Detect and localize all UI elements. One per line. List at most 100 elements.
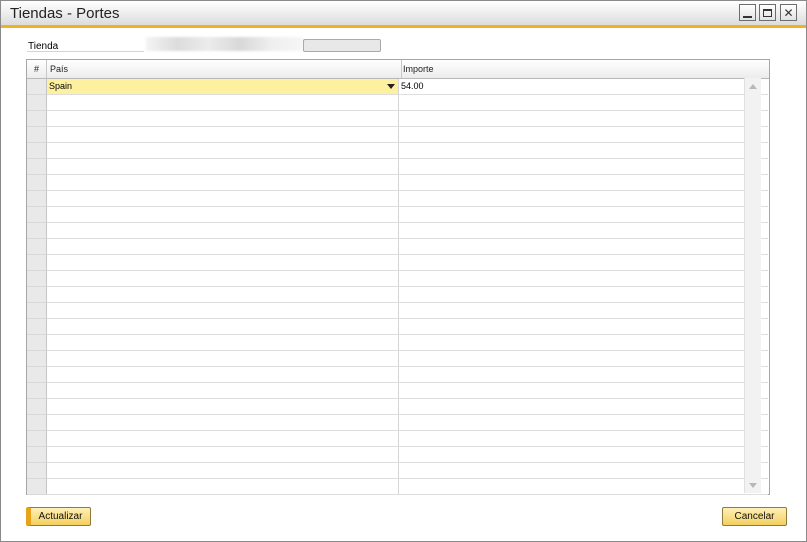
row-header[interactable] bbox=[27, 399, 47, 415]
importe-cell[interactable] bbox=[399, 175, 768, 191]
pais-cell[interactable] bbox=[47, 127, 399, 143]
pais-cell[interactable] bbox=[47, 383, 399, 399]
row-header[interactable] bbox=[27, 479, 47, 495]
pais-cell[interactable] bbox=[47, 95, 399, 111]
table-row[interactable] bbox=[27, 175, 769, 191]
table-row[interactable] bbox=[27, 223, 769, 239]
close-icon[interactable]: ✕ bbox=[780, 4, 797, 21]
row-header[interactable] bbox=[27, 383, 47, 399]
pais-cell[interactable] bbox=[47, 415, 399, 431]
table-row[interactable] bbox=[27, 463, 769, 479]
importe-cell[interactable] bbox=[399, 383, 768, 399]
pais-cell[interactable] bbox=[47, 207, 399, 223]
table-row[interactable] bbox=[27, 367, 769, 383]
column-header-number[interactable]: # bbox=[27, 60, 47, 78]
pais-cell[interactable] bbox=[47, 143, 399, 159]
importe-cell[interactable] bbox=[399, 447, 768, 463]
row-header[interactable] bbox=[27, 111, 47, 127]
row-header[interactable] bbox=[27, 95, 47, 111]
pais-cell[interactable] bbox=[47, 431, 399, 447]
scroll-up-icon[interactable] bbox=[747, 80, 759, 92]
pais-cell[interactable] bbox=[47, 463, 399, 479]
importe-cell[interactable] bbox=[399, 191, 768, 207]
scroll-down-icon[interactable] bbox=[747, 479, 759, 491]
importe-cell[interactable] bbox=[399, 415, 768, 431]
pais-cell[interactable] bbox=[47, 239, 399, 255]
table-row[interactable] bbox=[27, 287, 769, 303]
importe-cell[interactable] bbox=[399, 143, 768, 159]
row-header[interactable] bbox=[27, 415, 47, 431]
pais-cell[interactable] bbox=[47, 111, 399, 127]
cancelar-button[interactable]: Cancelar bbox=[722, 507, 787, 526]
table-row[interactable] bbox=[27, 351, 769, 367]
row-header[interactable] bbox=[27, 207, 47, 223]
row-header[interactable] bbox=[27, 335, 47, 351]
importe-cell[interactable] bbox=[399, 255, 768, 271]
row-header[interactable] bbox=[27, 351, 47, 367]
importe-cell[interactable] bbox=[399, 159, 768, 175]
importe-cell[interactable] bbox=[399, 127, 768, 143]
pais-cell[interactable] bbox=[47, 319, 399, 335]
tienda-input[interactable] bbox=[303, 39, 381, 52]
importe-cell[interactable] bbox=[399, 431, 768, 447]
row-header[interactable] bbox=[27, 287, 47, 303]
table-row[interactable] bbox=[27, 239, 769, 255]
importe-cell[interactable]: 54.00 bbox=[399, 79, 768, 95]
importe-cell[interactable] bbox=[399, 223, 768, 239]
importe-cell[interactable] bbox=[399, 239, 768, 255]
pais-cell[interactable] bbox=[47, 335, 399, 351]
importe-cell[interactable] bbox=[399, 303, 768, 319]
row-header[interactable] bbox=[27, 431, 47, 447]
pais-cell[interactable] bbox=[47, 223, 399, 239]
importe-cell[interactable] bbox=[399, 111, 768, 127]
actualizar-button[interactable]: Actualizar bbox=[26, 507, 91, 526]
table-row[interactable] bbox=[27, 271, 769, 287]
maximize-icon[interactable] bbox=[759, 4, 776, 21]
column-header-importe[interactable]: Importe bbox=[399, 60, 772, 78]
table-row[interactable] bbox=[27, 335, 769, 351]
table-row[interactable] bbox=[27, 127, 769, 143]
row-header[interactable] bbox=[27, 79, 47, 95]
row-header[interactable] bbox=[27, 159, 47, 175]
table-row[interactable] bbox=[27, 207, 769, 223]
pais-cell[interactable] bbox=[47, 479, 399, 495]
importe-cell[interactable] bbox=[399, 367, 768, 383]
row-header[interactable] bbox=[27, 143, 47, 159]
importe-cell[interactable] bbox=[399, 95, 768, 111]
pais-cell[interactable] bbox=[47, 367, 399, 383]
table-row[interactable] bbox=[27, 159, 769, 175]
pais-cell[interactable] bbox=[47, 303, 399, 319]
row-header[interactable] bbox=[27, 175, 47, 191]
importe-cell[interactable] bbox=[399, 287, 768, 303]
pais-cell[interactable] bbox=[47, 399, 399, 415]
row-header[interactable] bbox=[27, 447, 47, 463]
table-row[interactable] bbox=[27, 111, 769, 127]
table-row[interactable] bbox=[27, 191, 769, 207]
table-row[interactable] bbox=[27, 431, 769, 447]
pais-cell[interactable] bbox=[47, 159, 399, 175]
table-row[interactable] bbox=[27, 143, 769, 159]
importe-cell[interactable] bbox=[399, 351, 768, 367]
importe-cell[interactable] bbox=[399, 463, 768, 479]
row-header[interactable] bbox=[27, 319, 47, 335]
row-header[interactable] bbox=[27, 127, 47, 143]
row-header[interactable] bbox=[27, 223, 47, 239]
grid-scrollbar[interactable] bbox=[744, 78, 761, 493]
row-header[interactable] bbox=[27, 191, 47, 207]
importe-cell[interactable] bbox=[399, 479, 768, 495]
row-header[interactable] bbox=[27, 367, 47, 383]
pais-cell[interactable] bbox=[47, 447, 399, 463]
table-row[interactable] bbox=[27, 255, 769, 271]
title-bar[interactable]: Tiendas - Portes ✕ bbox=[1, 1, 806, 28]
pais-cell[interactable] bbox=[47, 191, 399, 207]
row-header[interactable] bbox=[27, 255, 47, 271]
row-header[interactable] bbox=[27, 239, 47, 255]
pais-cell[interactable]: Spain bbox=[47, 79, 399, 95]
importe-cell[interactable] bbox=[399, 271, 768, 287]
importe-cell[interactable] bbox=[399, 335, 768, 351]
minimize-icon[interactable] bbox=[739, 4, 756, 21]
row-header[interactable] bbox=[27, 271, 47, 287]
pais-cell[interactable] bbox=[47, 271, 399, 287]
table-row[interactable] bbox=[27, 319, 769, 335]
importe-cell[interactable] bbox=[399, 207, 768, 223]
